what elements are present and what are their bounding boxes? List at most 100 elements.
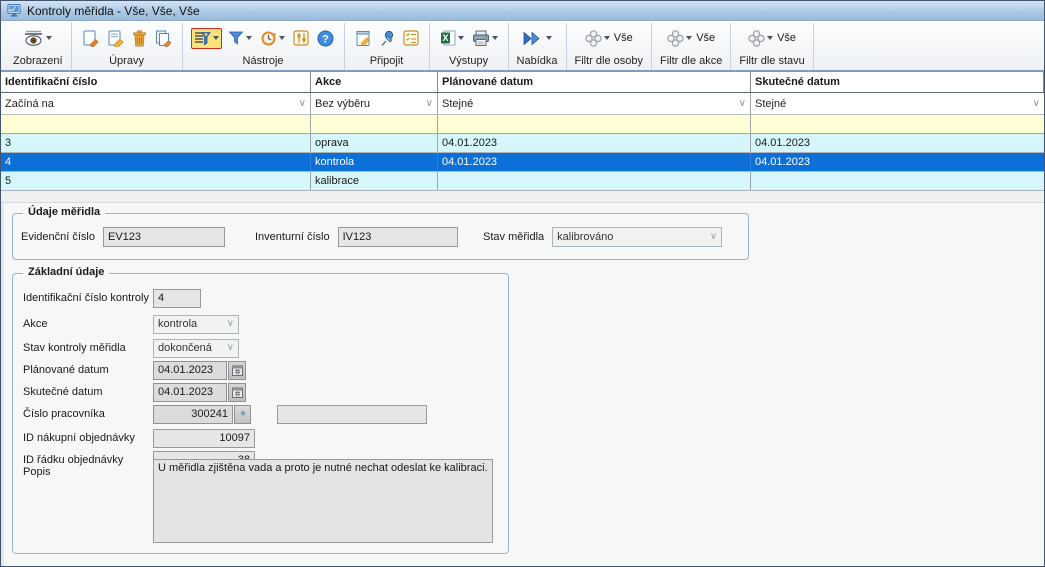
clover-filter-icon — [585, 30, 602, 47]
groupbox-udaje-meridla: Údaje měřidla Evidenční číslo EV123 Inve… — [12, 213, 749, 260]
copy-record-button[interactable] — [153, 28, 174, 49]
note-icon — [355, 30, 372, 47]
table-row[interactable]: 5 kalibrace — [1, 172, 1045, 191]
new-record-button[interactable] — [80, 28, 101, 49]
filter-operator-dropdown[interactable]: Stejné∨ — [438, 93, 751, 114]
toolbar-group-filtr-akce: Vše Filtr dle akce — [652, 23, 731, 70]
filter-person-button[interactable]: Vše — [583, 28, 635, 49]
calendar-button[interactable] — [228, 383, 246, 402]
evidencni-cislo-field[interactable]: EV123 — [103, 227, 225, 247]
filter-button[interactable] — [226, 28, 254, 48]
table-row[interactable]: 3 oprava 04.01.2023 04.01.2023 — [1, 134, 1045, 153]
calendar-button[interactable] — [228, 361, 246, 380]
attach-note-button[interactable] — [353, 28, 374, 49]
column-header-identifikacni-cislo[interactable]: Identifikační číslo — [1, 72, 311, 92]
calendar-icon — [232, 387, 243, 398]
cell-id: 5 — [1, 172, 311, 190]
double-chevron-menu-icon — [522, 31, 544, 46]
delete-record-icon — [132, 30, 147, 47]
window-monitor-icon — [7, 3, 22, 18]
menu-button[interactable] — [520, 29, 554, 48]
id-kontroly-field[interactable]: 4 — [153, 289, 201, 308]
id-kontroly-label: Identifikační číslo kontroly — [23, 292, 149, 304]
toolbar-group-label: Úpravy — [80, 54, 174, 69]
active-view-filter-button[interactable] — [191, 28, 222, 49]
popis-textarea[interactable]: U měřidla zjištěna vada a proto je nutné… — [153, 459, 493, 543]
evidencni-cislo-label: Evidenční číslo — [21, 231, 95, 243]
grid-filter-row: Začíná na∨ Bez výběru∨ Stejné∨ Stejné∨ — [1, 93, 1045, 115]
checklist-button[interactable] — [401, 28, 421, 48]
toolbar-group-upravy: Úpravy — [72, 23, 183, 70]
dropdown-arrow-icon — [458, 36, 464, 40]
views-button[interactable] — [21, 28, 54, 48]
cell-id: 4 — [1, 153, 311, 171]
search-input-cell[interactable] — [751, 115, 1044, 133]
toolbar-group-zobrazeni: Zobrazení — [5, 23, 72, 70]
pin-button[interactable] — [378, 28, 397, 49]
print-button[interactable] — [470, 28, 500, 48]
cell-akce: oprava — [311, 134, 438, 152]
eye-views-icon — [23, 30, 44, 46]
column-header-akce[interactable]: Akce — [311, 72, 438, 92]
groupbox-zakladni-udaje: Základní údaje Identifikační číslo kontr… — [12, 273, 509, 554]
akce-combo[interactable]: kontrola∨ — [153, 315, 239, 334]
skutecne-datum-field[interactable]: 04.01.2023 — [153, 383, 227, 402]
help-button[interactable]: ? — [315, 28, 336, 49]
view-filter-icon — [194, 31, 211, 46]
stav-kontroly-combo[interactable]: dokončená∨ — [153, 339, 239, 358]
inventurni-cislo-label: Inventurní číslo — [255, 231, 330, 243]
grid-search-row — [1, 115, 1045, 134]
chevron-down-icon: ∨ — [227, 343, 234, 353]
worker-name-field[interactable] — [277, 405, 427, 424]
clover-filter-icon — [667, 30, 684, 47]
inventurni-cislo-field[interactable]: IV123 — [338, 227, 458, 247]
delete-record-button[interactable] — [130, 28, 149, 49]
cell-planovane — [438, 172, 751, 190]
toolbar-group-vystupy: X Výstupy — [430, 23, 509, 70]
window-title: Kontroly měřidla - Vše, Vše, Vše — [27, 4, 200, 18]
filter-status-button[interactable]: Vše — [746, 28, 798, 49]
akce-label: Akce — [23, 318, 47, 330]
planovane-datum-label: Plánované datum — [23, 364, 109, 376]
chevron-down-icon: ∨ — [227, 319, 234, 329]
svg-text:X: X — [442, 33, 448, 43]
filter-operator-dropdown[interactable]: Začíná na∨ — [1, 93, 311, 114]
search-input-cell[interactable] — [311, 115, 438, 133]
search-input-cell[interactable] — [1, 115, 311, 133]
dropdown-arrow-icon — [686, 36, 692, 40]
planovane-datum-field[interactable]: 04.01.2023 — [153, 361, 227, 380]
refresh-schedule-button[interactable] — [258, 28, 287, 49]
column-header-skutecne-datum[interactable]: Skutečné datum — [751, 72, 1044, 92]
toolbar-group-pripojit: Připojit — [345, 23, 430, 70]
table-row-selected[interactable]: 4 kontrola 04.01.2023 04.01.2023 — [1, 153, 1045, 172]
cislo-pracovnika-field[interactable]: 300241 — [153, 405, 233, 424]
toolbar-group-label: Nástroje — [191, 54, 336, 69]
column-header-planovane-datum[interactable]: Plánované datum — [438, 72, 751, 92]
id-nakupni-objednavky-field[interactable]: 10097 — [153, 429, 255, 448]
dropdown-arrow-icon — [492, 36, 498, 40]
cislo-pracovnika-label: Číslo pracovníka — [23, 408, 105, 420]
help-icon: ? — [317, 30, 334, 47]
new-record-icon — [82, 30, 99, 47]
cell-akce: kalibrace — [311, 172, 438, 190]
dropdown-arrow-icon — [279, 36, 285, 40]
settings-button[interactable] — [291, 28, 311, 48]
dropdown-arrow-icon — [767, 36, 773, 40]
funnel-filter-icon — [228, 30, 244, 46]
id-nakupni-objednavky-label: ID nákupní objednávky — [23, 432, 135, 444]
stav-meridla-combo[interactable]: kalibrováno∨ — [552, 227, 722, 247]
filter-status-value: Vše — [777, 32, 796, 44]
worker-lookup-button[interactable] — [234, 405, 251, 424]
skutecne-datum-label: Skutečné datum — [23, 386, 103, 398]
cell-skutecne: 04.01.2023 — [751, 134, 1044, 152]
filter-operator-dropdown[interactable]: Bez výběru∨ — [311, 93, 438, 114]
search-input-cell[interactable] — [438, 115, 751, 133]
edit-record-button[interactable] — [105, 28, 126, 49]
dropdown-arrow-icon — [46, 36, 52, 40]
filter-operator-dropdown[interactable]: Stejné∨ — [751, 93, 1044, 114]
toolbar-group-nastroje: ? Nástroje — [183, 23, 345, 70]
records-grid: Identifikační číslo Akce Plánované datum… — [1, 72, 1045, 203]
filter-action-button[interactable]: Vše — [665, 28, 717, 49]
grid-filler — [1, 191, 1045, 203]
export-excel-button[interactable]: X — [438, 28, 466, 48]
